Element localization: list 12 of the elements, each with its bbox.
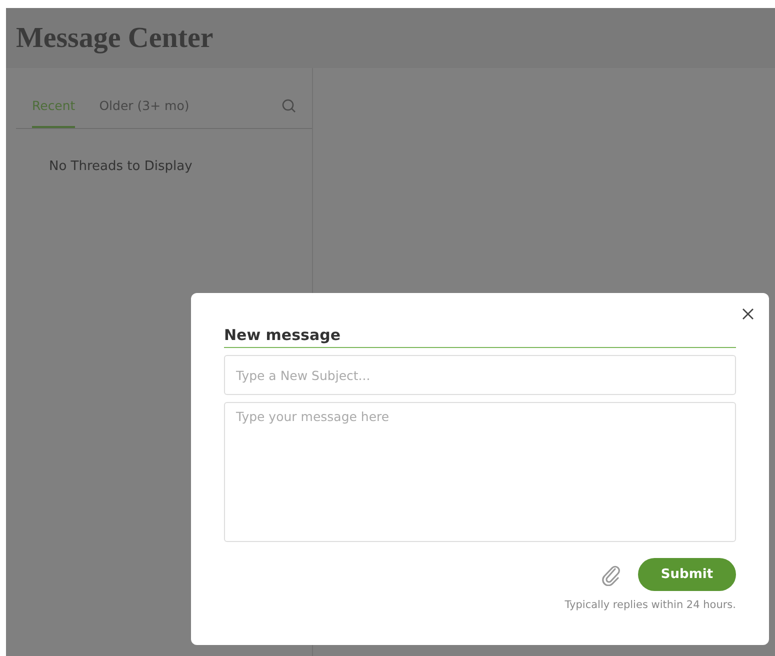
page-title: Message Center [16,22,214,54]
submit-button[interactable]: Submit [638,558,736,591]
thread-tab[interactable]: Older (3+ mo) [99,84,190,128]
empty-message: No Threads to Display [49,159,194,174]
search-icon[interactable] [282,99,296,113]
subject-field[interactable]: Type a New Subject... [224,355,736,395]
dialog-title: New message [224,325,736,348]
paperclip-icon[interactable] [600,564,622,586]
message-field[interactable]: Type your message here [224,402,736,542]
close-icon[interactable] [742,308,754,320]
thread-tab[interactable]: Recent [32,84,76,128]
reply-time-note: Typically replies within 24 hours. [564,599,736,611]
